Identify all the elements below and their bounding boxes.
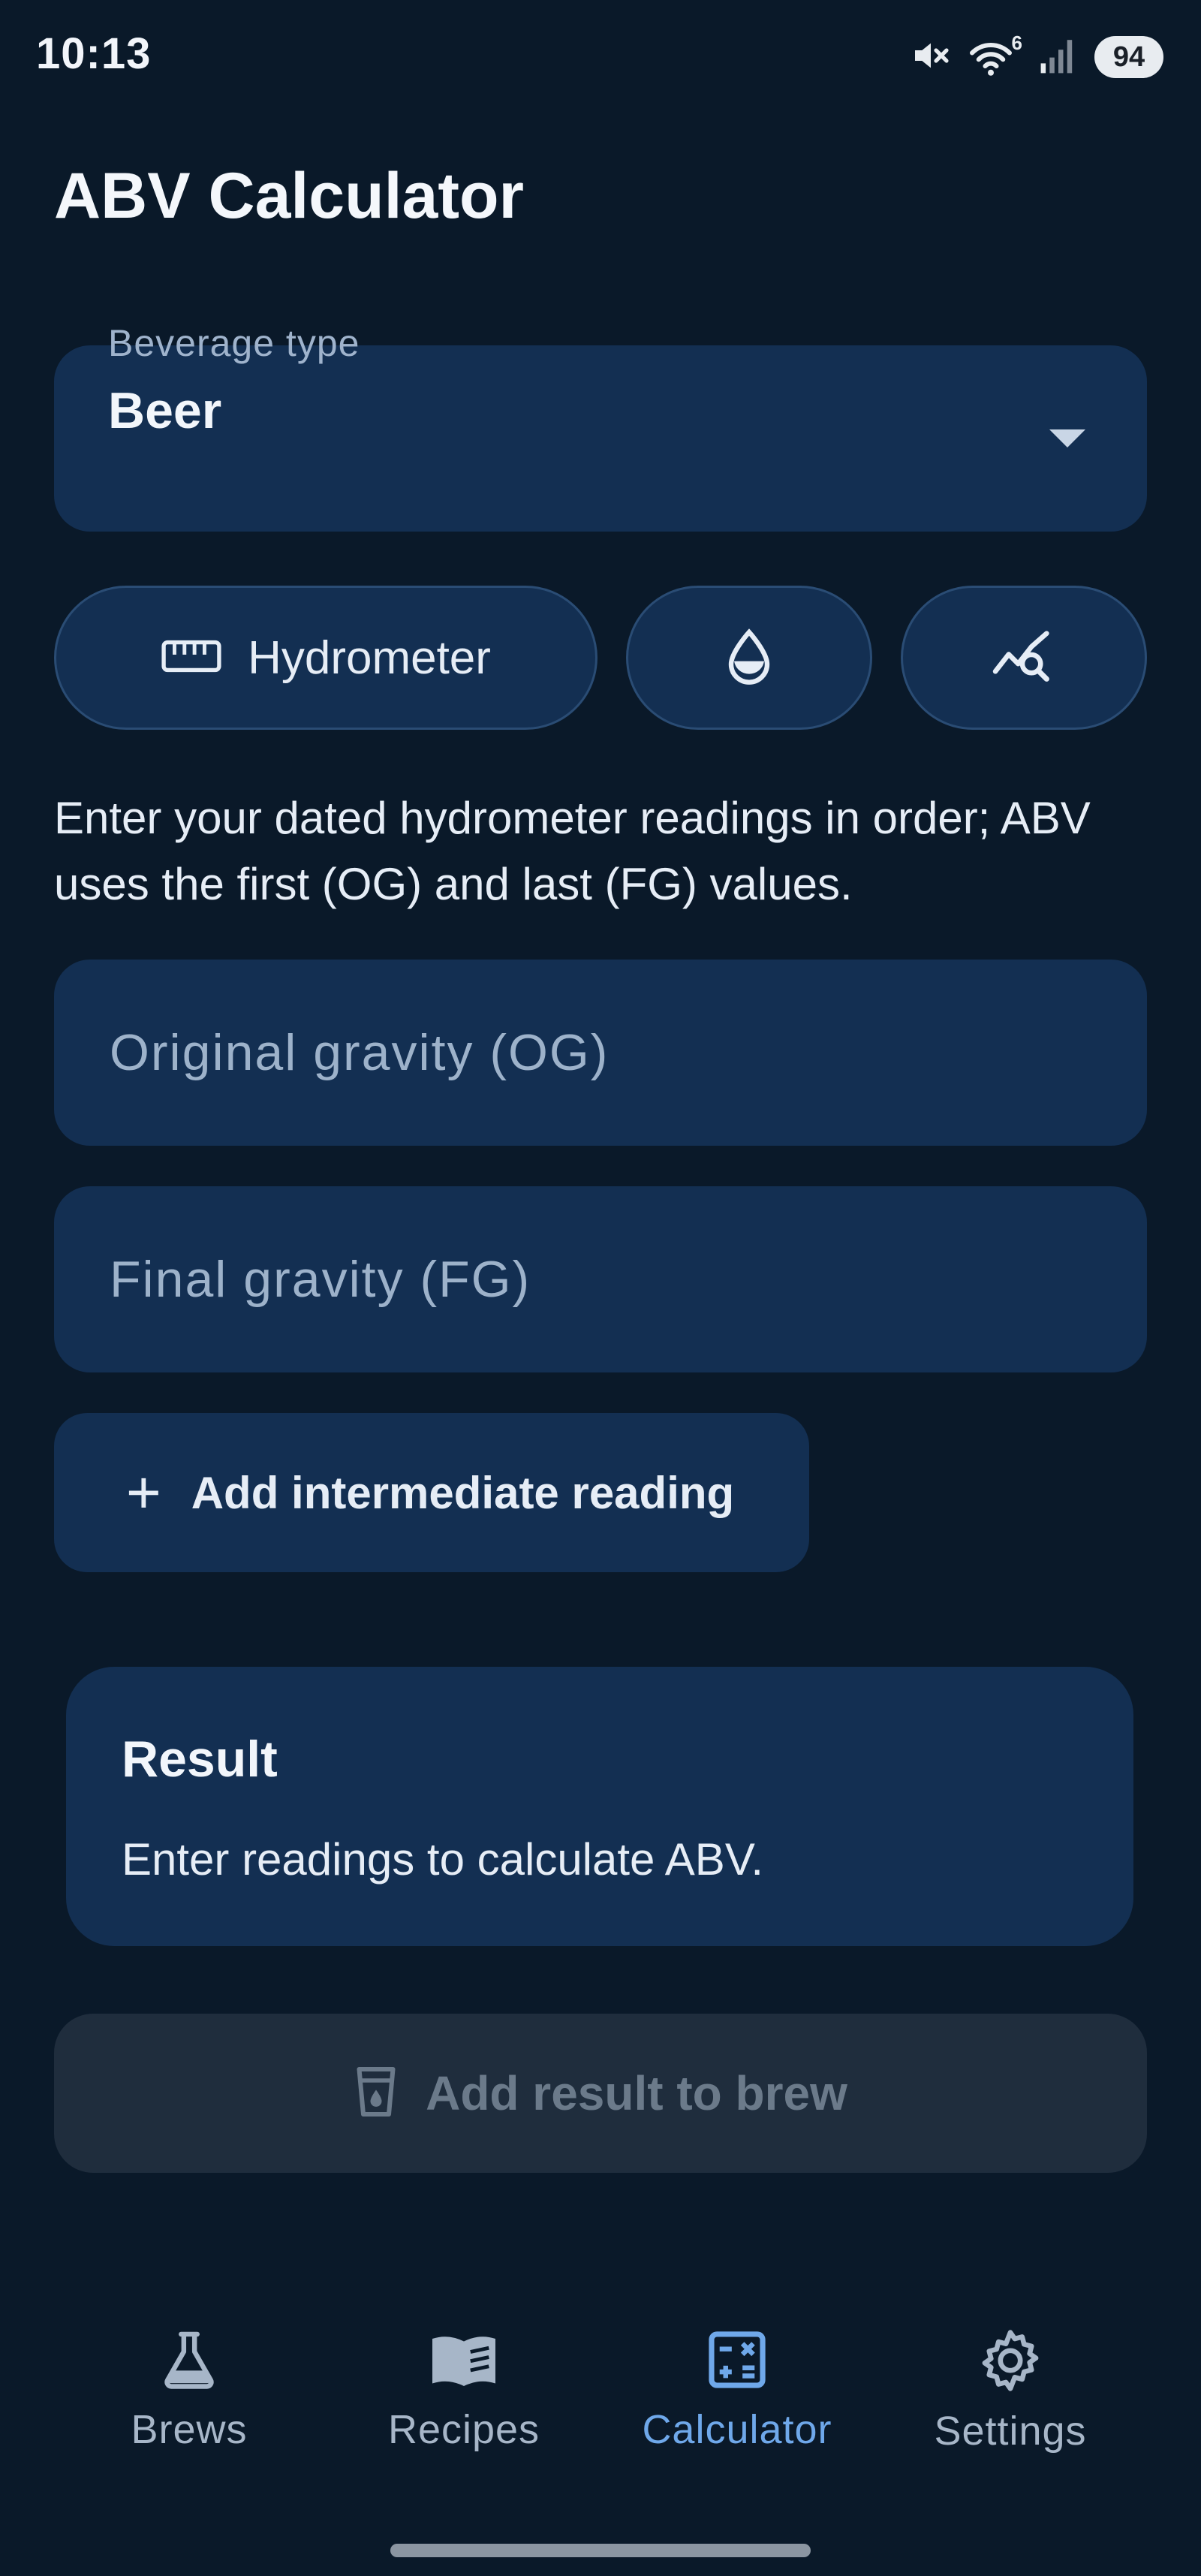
result-text: Enter readings to calculate ABV. bbox=[122, 1834, 763, 1885]
final-gravity-field[interactable] bbox=[54, 1186, 1147, 1372]
calculator-icon bbox=[705, 2327, 769, 2396]
result-title: Result bbox=[122, 1731, 278, 1788]
status-time: 10:13 bbox=[36, 29, 152, 78]
nav-label-calculator: Calculator bbox=[642, 2407, 832, 2452]
plus-icon: + bbox=[126, 1459, 161, 1526]
beverage-type-value: Beer bbox=[108, 382, 222, 439]
glass-icon bbox=[354, 2063, 399, 2124]
add-result-to-brew-label: Add result to brew bbox=[426, 2066, 847, 2120]
ruler-icon bbox=[161, 639, 222, 677]
status-icons: 6 94 bbox=[910, 32, 1163, 81]
signal-icon bbox=[1039, 36, 1078, 79]
nav-label-settings: Settings bbox=[934, 2409, 1087, 2454]
beverage-type-label: Beverage type bbox=[108, 322, 360, 364]
battery-indicator: 94 bbox=[1094, 36, 1163, 78]
flask-icon bbox=[157, 2327, 221, 2396]
gear-icon bbox=[977, 2327, 1043, 2397]
nav-item-settings[interactable]: Settings bbox=[890, 2327, 1130, 2454]
bottom-navigation: Brews Recipes Calculator Settings bbox=[0, 2305, 1201, 2493]
chart-search-icon bbox=[992, 629, 1056, 687]
drop-icon bbox=[725, 628, 773, 688]
mute-icon bbox=[910, 35, 952, 80]
add-intermediate-reading-button[interactable]: + Add intermediate reading bbox=[54, 1413, 809, 1572]
refractometer-mode-button[interactable] bbox=[626, 586, 872, 730]
book-icon bbox=[427, 2327, 501, 2396]
final-gravity-input[interactable] bbox=[108, 1249, 1147, 1309]
home-indicator[interactable] bbox=[390, 2544, 811, 2557]
nav-label-brews: Brews bbox=[131, 2407, 248, 2452]
nav-item-recipes[interactable]: Recipes bbox=[344, 2327, 584, 2453]
wifi-icon: 6 bbox=[968, 32, 1022, 78]
original-gravity-input[interactable] bbox=[108, 1023, 1147, 1083]
helper-text: Enter your dated hydrometer readings in … bbox=[54, 793, 1091, 909]
page-title: ABV Calculator bbox=[54, 160, 525, 232]
nav-item-calculator[interactable]: Calculator bbox=[617, 2327, 857, 2453]
beverage-type-select[interactable]: Beer bbox=[54, 345, 1147, 532]
wifi-badge: 6 bbox=[1011, 32, 1022, 54]
dropdown-arrow-icon bbox=[1049, 429, 1085, 447]
analyze-mode-button[interactable] bbox=[901, 586, 1147, 730]
original-gravity-field[interactable] bbox=[54, 960, 1147, 1146]
add-intermediate-reading-label: Add intermediate reading bbox=[191, 1467, 735, 1518]
nav-label-recipes: Recipes bbox=[387, 2407, 540, 2452]
hydrometer-mode-button[interactable]: Hydrometer bbox=[54, 586, 597, 730]
result-card: Result Enter readings to calculate ABV. bbox=[66, 1667, 1133, 1946]
hydrometer-mode-label: Hydrometer bbox=[248, 631, 491, 684]
add-result-to-brew-button[interactable]: Add result to brew bbox=[54, 2014, 1147, 2173]
nav-item-brews[interactable]: Brews bbox=[69, 2327, 309, 2453]
